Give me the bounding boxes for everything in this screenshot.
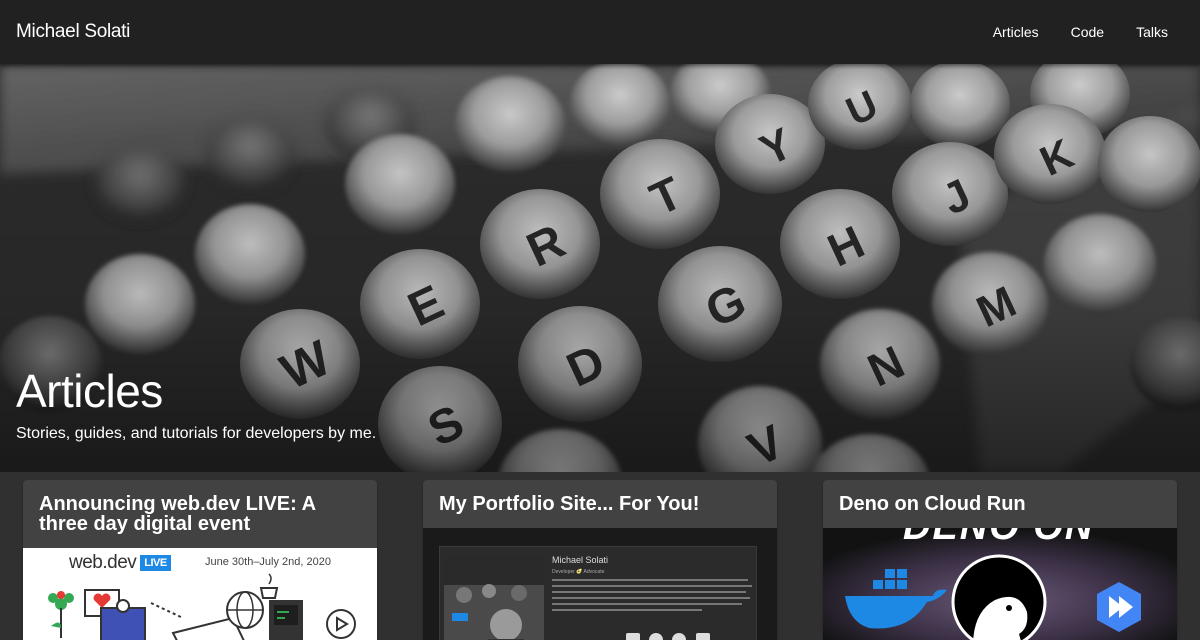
profile-photo xyxy=(444,555,544,640)
nav-link-code[interactable]: Code xyxy=(1055,14,1120,50)
social-icons xyxy=(626,633,710,640)
article-card-image[interactable]: web.dev LIVE June 30th–July 2nd, 2020 xyxy=(23,548,377,640)
article-list: Announcing web.dev LIVE: A three day dig… xyxy=(0,472,1200,640)
crowd-photo-image xyxy=(444,555,544,640)
main-nav: Articles Code Talks xyxy=(977,0,1184,64)
portfolio-role: Developer 🥑 Advocate xyxy=(552,569,605,575)
article-card-image[interactable]: Michael Solati Developer 🥑 Advocate xyxy=(423,528,777,640)
hero-overlay xyxy=(0,64,1200,472)
deno-on-heading: DENO ON xyxy=(903,528,1094,549)
article-card-image[interactable]: DENO ON xyxy=(823,528,1177,640)
nav-link-articles[interactable]: Articles xyxy=(977,14,1055,50)
article-card-deno[interactable]: Deno on Cloud Run xyxy=(823,480,1177,640)
webdev-illustration xyxy=(48,573,356,640)
hero-banner: W E R T Y U D G H J K V N M S Articles S… xyxy=(0,64,1200,472)
site-title-link[interactable]: Michael Solati xyxy=(16,21,130,43)
article-card-webdev-live[interactable]: Announcing web.dev LIVE: A three day dig… xyxy=(23,480,377,640)
page-subtitle: Stories, guides, and tutorials for devel… xyxy=(16,425,377,442)
article-card-portfolio[interactable]: My Portfolio Site... For You! Michael So… xyxy=(423,480,777,640)
portfolio-name: Michael Solati xyxy=(552,555,609,565)
page-title: Articles xyxy=(16,365,163,417)
top-app-bar: Michael Solati Articles Code Talks xyxy=(0,0,1200,64)
portfolio-bio xyxy=(552,579,752,627)
article-card-title[interactable]: Announcing web.dev LIVE: A three day dig… xyxy=(23,480,377,548)
portfolio-screenshot: Michael Solati Developer 🥑 Advocate xyxy=(439,546,757,640)
nav-link-talks[interactable]: Talks xyxy=(1120,14,1184,50)
